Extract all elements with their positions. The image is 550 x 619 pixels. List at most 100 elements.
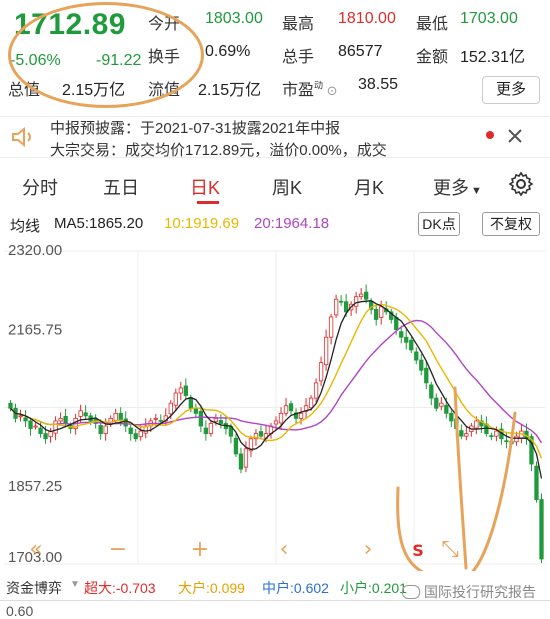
candle-body xyxy=(233,437,239,455)
candle-body xyxy=(504,440,509,443)
candle-body xyxy=(328,316,334,338)
candle-body xyxy=(83,412,88,417)
candle-body xyxy=(419,359,424,371)
kline-chart[interactable]: 2320.002165.751857.251703.00 «− + ‹ › S ⤡ xyxy=(0,238,550,571)
candle-body xyxy=(63,415,68,424)
candle-body xyxy=(414,351,419,361)
indicator-value: 0.60 xyxy=(6,603,34,619)
ma5-value: MA5:1865.20 xyxy=(54,215,144,232)
candle-body xyxy=(78,410,83,417)
candle-body xyxy=(98,425,103,435)
candle-body xyxy=(123,418,128,427)
expand-button[interactable]: ⤡ xyxy=(441,537,459,562)
candle-body xyxy=(308,397,314,409)
next-button[interactable]: › xyxy=(364,537,373,562)
chart-controls[interactable]: « − + ‹ › S ⤡ xyxy=(29,537,459,562)
stat-value: 1810.00 xyxy=(338,10,396,27)
y-tick-label: 2165.75 xyxy=(8,321,62,338)
ma-title: 均线 xyxy=(10,218,41,235)
stat-value: 2.15万亿 xyxy=(198,82,262,99)
candle-body xyxy=(158,420,163,422)
divider xyxy=(0,600,550,601)
candle-body xyxy=(514,435,519,443)
candle-body xyxy=(494,430,499,437)
stat-value: 152.31亿 xyxy=(460,49,525,66)
ma-legend: 均线 MA5:1865.20 10:1919.69 20:1964.18 xyxy=(0,212,550,238)
candle-body xyxy=(489,435,494,438)
candle-body xyxy=(208,423,214,435)
change-amount: -91.22 xyxy=(96,52,142,69)
stat-value: 1703.00 xyxy=(460,10,518,27)
candle-body xyxy=(213,418,219,422)
stat-value: 86577 xyxy=(338,43,383,60)
ma10-value: 10:1919.69 xyxy=(164,215,240,232)
candle-body xyxy=(138,430,143,438)
caret-down-icon: ▼ xyxy=(471,185,482,197)
tab-more-label: 更多 xyxy=(433,178,469,198)
candle-body xyxy=(313,382,319,399)
stat-label: 今开 xyxy=(148,16,181,33)
notice-text-1: 中报预披露：于2021-07-31披露2021年中报 xyxy=(50,120,341,137)
tab-weekly-k[interactable]: 周K xyxy=(272,174,302,200)
stat-label: 流值 xyxy=(148,82,181,99)
active-tab-indicator xyxy=(197,201,219,204)
dk-point-button[interactable]: DK点 xyxy=(418,212,460,236)
candle-body xyxy=(278,412,284,424)
prev-button[interactable]: ‹ xyxy=(280,537,289,562)
tab-more[interactable]: 更多 ▼ xyxy=(433,174,482,200)
candle-body xyxy=(273,420,279,425)
candle-body xyxy=(203,427,209,435)
stat-value: 2.15万亿 xyxy=(62,82,126,99)
jump-left-button[interactable]: « xyxy=(29,537,42,562)
candle-body xyxy=(43,433,48,440)
current-price: 1712.89 xyxy=(14,8,126,41)
notice-bar[interactable]: 中报预披露：于2021-07-31披露2021年中报 大宗交易：成交均价1712… xyxy=(0,116,550,158)
capital-big: 大户:0.099 xyxy=(178,580,245,596)
candle-body xyxy=(168,402,173,415)
candle-body xyxy=(464,433,469,437)
more-button[interactable]: 更多 xyxy=(482,76,540,104)
candle-body xyxy=(323,336,329,366)
candle-body xyxy=(183,385,188,396)
zoom-in-button[interactable]: + xyxy=(191,537,209,562)
signal-s-button[interactable]: S xyxy=(412,541,424,560)
candle-body xyxy=(53,420,58,434)
candle-body xyxy=(23,417,28,422)
stat-label: 总手 xyxy=(282,49,315,66)
tab-monthly-k[interactable]: 月K xyxy=(354,174,384,200)
candle-body xyxy=(218,420,224,424)
help-icon[interactable]: ⊙ xyxy=(323,83,338,98)
candle-body xyxy=(58,418,63,422)
stat-value: 38.55 xyxy=(358,76,399,93)
candle-body xyxy=(359,293,364,298)
stat-value: 1803.00 xyxy=(205,10,263,27)
candle-body xyxy=(178,387,183,394)
adjust-button[interactable]: 不复权 xyxy=(482,212,540,236)
candle-body xyxy=(318,362,324,382)
candle-body xyxy=(288,403,294,412)
close-icon[interactable] xyxy=(506,127,524,145)
caret-down-icon[interactable]: ▼ xyxy=(70,579,80,590)
candle-body xyxy=(338,300,344,303)
candle-body xyxy=(113,412,118,421)
tab-daily-k[interactable]: 日K xyxy=(190,174,220,200)
candle-body xyxy=(133,433,138,440)
tab-intraday[interactable]: 分时 xyxy=(22,174,58,200)
stat-label: 金额 xyxy=(416,49,449,66)
candle-body xyxy=(298,412,304,419)
candle-body xyxy=(394,317,399,331)
capital-title[interactable]: 资金博弈 xyxy=(6,578,62,598)
candle-body xyxy=(364,291,369,300)
settings-gear-icon[interactable] xyxy=(508,171,534,197)
zoom-out-button[interactable]: − xyxy=(109,537,127,562)
candle-body xyxy=(283,405,289,414)
watermark: 国际投行研究报告 xyxy=(402,582,536,602)
candle-body xyxy=(374,308,379,320)
stat-label: 最高 xyxy=(282,16,315,33)
candle-body xyxy=(38,427,43,435)
candle-body xyxy=(28,420,33,429)
candle-body xyxy=(449,412,454,422)
stat-label: 最低 xyxy=(416,16,449,33)
tab-five-day[interactable]: 五日 xyxy=(103,174,139,200)
candle-body xyxy=(188,397,193,409)
